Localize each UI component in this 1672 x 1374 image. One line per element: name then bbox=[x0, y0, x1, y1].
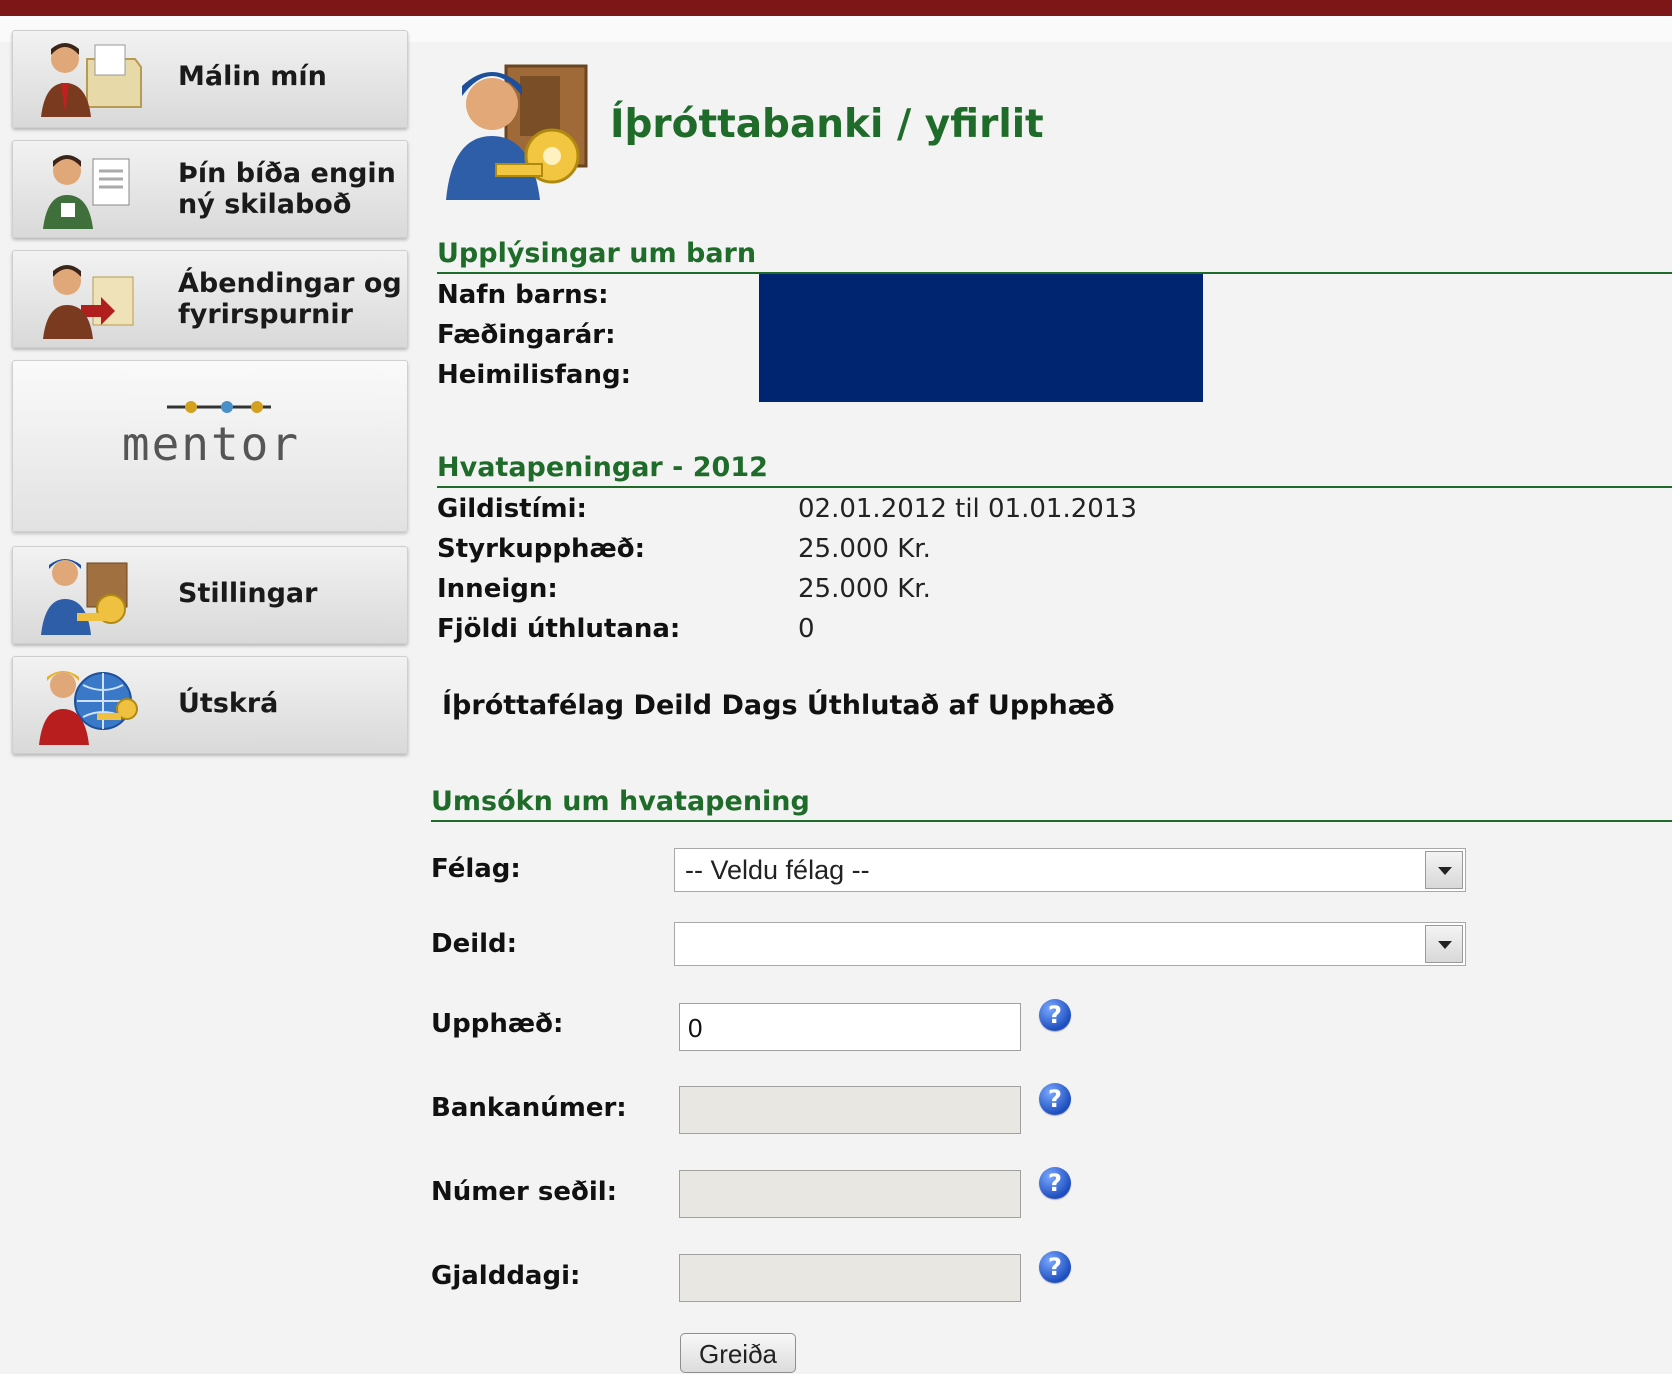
pay-button[interactable]: Greiða bbox=[680, 1333, 796, 1373]
sidebar-item-label: Ábendingar og fyrirspurnir bbox=[178, 268, 402, 330]
sidebar-item-settings[interactable]: Stillingar bbox=[12, 546, 408, 644]
top-bar bbox=[0, 0, 1672, 16]
mentor-dots-icon bbox=[167, 401, 271, 413]
slip-number-input[interactable] bbox=[679, 1170, 1021, 1218]
balance-value: 25.000 Kr. bbox=[798, 574, 931, 604]
person-send-icon bbox=[43, 265, 134, 339]
allocations-value: 0 bbox=[798, 614, 815, 644]
grant-amount-label: Styrkupphæð: bbox=[437, 534, 645, 564]
club-select[interactable]: -- Veldu félag -- bbox=[674, 848, 1466, 892]
amount-label: Upphæð: bbox=[431, 1009, 564, 1039]
mentor-logo-text: mentor bbox=[121, 417, 301, 471]
due-date-input[interactable] bbox=[679, 1254, 1021, 1302]
worker-key-icon bbox=[41, 559, 128, 635]
person-globe-key-icon bbox=[39, 671, 138, 745]
sidebar-item-feedback[interactable]: Ábendingar og fyrirspurnir bbox=[12, 250, 408, 348]
incentive-heading: Hvatapeningar - 2012 bbox=[437, 452, 1672, 488]
club-select-value: -- Veldu félag -- bbox=[685, 855, 870, 885]
bank-number-label: Bankanúmer: bbox=[431, 1093, 627, 1123]
person-folder-icon bbox=[41, 43, 142, 117]
club-label: Félag: bbox=[431, 854, 521, 884]
sidebar-item-messages[interactable]: Þín bíða engin ný skilaboð bbox=[12, 140, 408, 238]
mentor-logo[interactable]: mentor bbox=[12, 360, 408, 532]
chevron-down-icon[interactable] bbox=[1425, 851, 1463, 889]
sidebar-item-label: Stillingar bbox=[178, 578, 318, 609]
allocations-label: Fjöldi úthlutana: bbox=[437, 614, 681, 644]
balance-label: Inneign: bbox=[437, 574, 558, 604]
sidebar-item-label: Þín bíða engin ný skilaboð bbox=[178, 158, 396, 220]
help-icon[interactable]: ? bbox=[1039, 1083, 1071, 1115]
validity-value: 02.01.2012 til 01.01.2013 bbox=[798, 494, 1137, 524]
child-info-heading: Upplýsingar um barn bbox=[437, 238, 1672, 274]
application-heading: Umsókn um hvatapening bbox=[431, 786, 1672, 822]
department-label: Deild: bbox=[431, 929, 518, 959]
person-document-icon bbox=[43, 155, 130, 229]
help-icon[interactable]: ? bbox=[1039, 1167, 1071, 1199]
birth-year-label: Fæðingarár: bbox=[437, 320, 616, 350]
department-select[interactable] bbox=[674, 922, 1466, 966]
sidebar-item-logout[interactable]: Útskrá bbox=[12, 656, 408, 754]
due-date-label: Gjalddagi: bbox=[431, 1261, 581, 1291]
grant-amount-value: 25.000 Kr. bbox=[798, 534, 931, 564]
sidebar-item-my-cases[interactable]: Málin mín bbox=[12, 30, 408, 128]
sidebar-item-label: Útskrá bbox=[178, 688, 279, 719]
chevron-down-icon[interactable] bbox=[1425, 925, 1463, 963]
help-icon[interactable]: ? bbox=[1039, 999, 1071, 1031]
sidebar-item-label: Málin mín bbox=[178, 61, 327, 92]
amount-input[interactable]: 0 bbox=[679, 1003, 1021, 1051]
help-icon[interactable]: ? bbox=[1039, 1251, 1071, 1283]
bank-number-input[interactable] bbox=[679, 1086, 1021, 1134]
allocation-table-header: Íþróttafélag Deild Dags Úthlutað af Upph… bbox=[442, 690, 1115, 721]
address-label: Heimilisfang: bbox=[437, 360, 631, 390]
child-name-label: Nafn barns: bbox=[437, 280, 609, 310]
page-title: Íþróttabanki / yfirlit bbox=[610, 102, 1044, 147]
validity-label: Gildistími: bbox=[437, 494, 587, 524]
redacted-block bbox=[759, 274, 1203, 402]
worker-key-icon bbox=[446, 64, 588, 200]
slip-number-label: Númer seðil: bbox=[431, 1177, 618, 1207]
